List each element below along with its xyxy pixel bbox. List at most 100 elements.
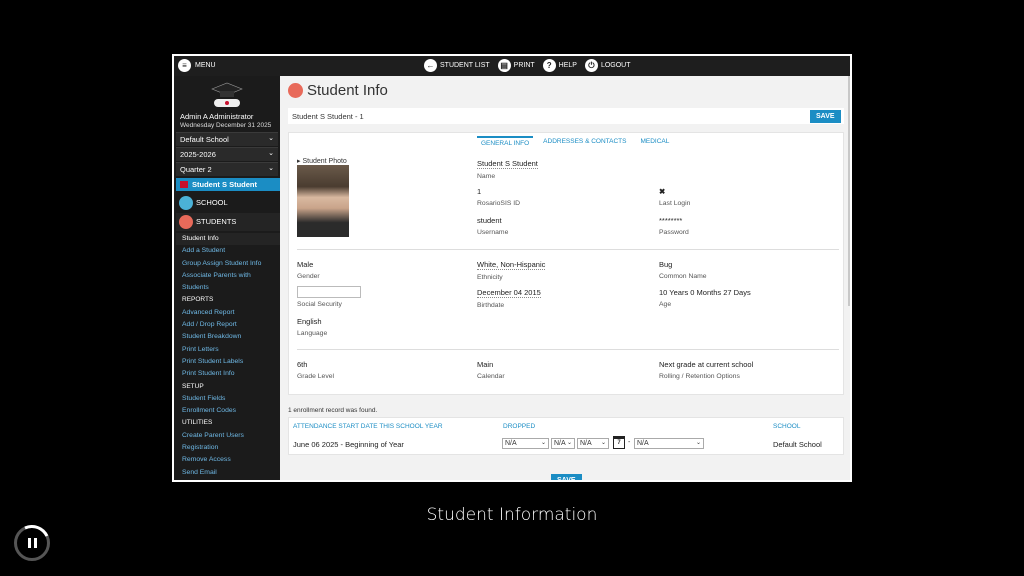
menu-item[interactable]: Advanced Report [176,307,280,319]
chevron-down-icon: ⌄ [268,165,274,172]
student-header-text: Student S Student - 1 [292,112,364,121]
field-last-login: ✖ Last Login [659,187,690,207]
chevron-down-icon: ⌄ [600,440,606,446]
menu-item[interactable]: Add a Student [176,245,280,257]
quarter-select[interactable]: Quarter 2 ⌄ [176,162,278,176]
student-list-button[interactable]: ← STUDENT LIST [424,59,490,72]
menu-item[interactable]: Student Breakdown [176,331,280,343]
student-photo [297,165,349,237]
menu-item[interactable]: Send Email [176,467,280,479]
dropped-day-select[interactable]: N/A ⌄ [551,438,575,449]
field-name[interactable]: Student S Student Name [477,159,538,180]
slide-caption: Student Information [426,505,598,525]
tab-bar: GENERAL INFO ADDRESSES & CONTACTS MEDICA… [477,136,673,149]
menu-item[interactable]: Students [176,282,280,294]
module-students-label: STUDENTS [196,217,237,226]
power-icon: ⏻ [584,59,598,72]
tab-general-info[interactable]: GENERAL INFO [477,136,534,149]
field-rolling[interactable]: Next grade at current school Rolling / Re… [659,360,753,380]
tab-medical[interactable]: MEDICAL [636,136,673,149]
common-name-value: Bug [659,260,673,269]
menu-item[interactable]: Group Assign Student Info [176,258,280,270]
menu-button[interactable]: ≡ MENU [178,59,216,72]
gender-value: Male [297,260,314,269]
field-gender[interactable]: Male Gender [297,260,320,280]
field-age: 10 Years 0 Months 27 Days Age [659,288,751,308]
help-label: HELP [558,62,577,69]
menu-label: MENU [195,62,216,69]
menu-item[interactable]: Print Student Info [176,368,280,380]
save-button-bottom[interactable]: SAVE [551,474,582,480]
drop-code-select[interactable]: N/A ⌄ [634,438,704,449]
rolling-label: Rolling / Retention Options [659,373,740,380]
module-students[interactable]: STUDENTS [176,213,280,231]
field-grade[interactable]: 6th Grade Level [297,360,334,380]
printer-icon: ▤ [497,59,511,72]
tab-addresses-contacts[interactable]: ADDRESSES & CONTACTS [539,136,630,149]
menu-item[interactable]: Enrollment Codes [176,405,280,417]
age-label: Age [659,301,672,308]
current-student-label: Student S Student [192,180,257,189]
field-calendar[interactable]: Main Calendar [477,360,505,380]
menu-item[interactable]: Print Student Labels [176,356,280,368]
students-icon [179,215,193,229]
current-date: Wednesday December 31 2025 [180,122,272,129]
main-content: Student Info Student S Student - 1 SAVE … [280,76,850,480]
menu-item[interactable]: Print Letters [176,344,280,356]
menu-item[interactable]: Student Info [176,233,280,246]
pause-button[interactable] [8,519,56,567]
col-school: SCHOOL [773,423,801,430]
calendar-icon[interactable]: 7 [613,436,625,449]
ssn-label-text: Social Security [297,301,342,308]
menu-item[interactable]: Remove Access [176,454,280,466]
id-label: RosarioSIS ID [477,200,521,207]
last-login-label: Last Login [659,200,691,207]
menu-item[interactable]: Registration [176,442,280,454]
menu-item[interactable]: Student Fields [176,393,280,405]
field-password[interactable]: ******** Password [659,216,689,236]
logout-button[interactable]: ⏻ LOGOUT [584,59,631,72]
password-value: ******** [659,216,683,225]
field-language[interactable]: English Language [297,317,327,337]
field-common-name[interactable]: Bug Common Name [659,260,707,280]
school-select[interactable]: Default School ⌄ [176,132,278,146]
current-student[interactable]: Student S Student [176,178,280,191]
dropped-month-value: N/A [505,440,517,447]
app-window: ≡ MENU ← STUDENT LIST ▤ PRINT ? HELP ⏻ L… [172,54,852,482]
menu-item[interactable]: Add / Drop Report [176,319,280,331]
field-birthdate[interactable]: December 04 2015 Birthdate [477,288,541,309]
name-value: Student S Student [477,159,538,169]
col-dropped: DROPPED [503,423,536,430]
password-label: Password [659,229,689,236]
module-school-label: SCHOOL [196,198,228,207]
menu-item[interactable]: Associate Parents with [176,270,280,282]
language-value: English [297,317,322,326]
quarter-value: Quarter 2 [180,165,212,174]
age-value: 10 Years 0 Months 27 Days [659,288,751,297]
print-button[interactable]: ▤ PRINT [497,59,535,72]
start-date-value[interactable]: June 06 2025 - Beginning of Year [293,440,404,449]
page-title-text: Student Info [307,82,388,99]
dropped-year-select[interactable]: N/A ⌄ [577,438,609,449]
menu-item[interactable]: Create Parent Users [176,430,280,442]
grade-label: Grade Level [297,373,335,380]
save-button-top[interactable]: SAVE [810,110,841,123]
name-label: Name [477,173,496,180]
logout-label: LOGOUT [600,62,631,69]
student-header: Student S Student - 1 [288,108,844,124]
enrollment-count: 1 enrollment record was found. [288,407,378,414]
drop-code-value: N/A [637,440,649,447]
scrollbar[interactable] [848,76,850,306]
dropped-month-select[interactable]: N/A ⌄ [502,438,549,449]
ssn-label: Social Security [297,297,342,308]
help-button[interactable]: ? HELP [542,59,577,72]
module-school[interactable]: SCHOOL [176,194,280,212]
menu-section-header: REPORTS [182,296,214,304]
field-username[interactable]: student Username [477,216,508,236]
student-photo-toggle[interactable]: ▸ Student Photo [297,157,347,165]
remove-student-icon[interactable] [180,181,188,188]
menu-item[interactable]: Student Import Premium [176,479,280,480]
field-ethnicity[interactable]: White, Non-Hispanic Ethnicity [477,260,546,281]
rolling-value: Next grade at current school [659,360,754,369]
year-select[interactable]: 2025-2026 ⌄ [176,147,278,161]
